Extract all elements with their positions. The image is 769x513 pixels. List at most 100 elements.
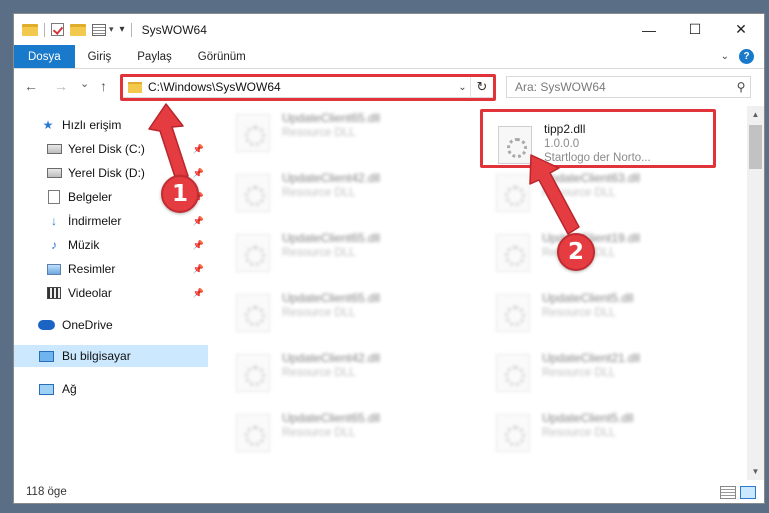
scroll-thumb[interactable]	[749, 125, 762, 169]
pin-icon[interactable]: 📌	[193, 168, 204, 179]
search-input[interactable]: Ara: SysWOW64	[515, 80, 732, 94]
quick-access-toolbar: ▾ ▾	[14, 22, 132, 37]
refresh-button[interactable]: ↻	[471, 77, 493, 97]
file-version: 1.0.0.0	[544, 138, 580, 150]
recent-locations-button[interactable]: ⌄	[80, 77, 89, 90]
scroll-up-icon[interactable]: ▲	[747, 106, 764, 123]
file-description: Startlogo der Norto...	[544, 152, 651, 164]
properties-check-icon[interactable]	[51, 23, 64, 36]
file-tile[interactable]: UpdateClient42.dll Resource DLL	[224, 168, 454, 220]
help-icon[interactable]: ?	[739, 49, 754, 64]
file-name: UpdateClient65.dll	[282, 111, 381, 125]
explorer-window: ▾ ▾ SysWOW64 — ☐ ✕ Dosya Giriş Paylaş Gö…	[13, 13, 765, 504]
tab-share[interactable]: Paylaş	[124, 45, 185, 68]
pin-icon[interactable]: 📌	[193, 240, 204, 251]
back-button[interactable]: ←	[24, 78, 38, 94]
file-name: UpdateClient5.dll	[542, 411, 634, 425]
nav-item-downloads[interactable]: ↓ İndirmeler 📌	[14, 210, 208, 232]
nav-item-local-disk-c[interactable]: Yerel Disk (C:) 📌	[14, 138, 208, 160]
file-type: Resource DLL	[542, 427, 616, 439]
tab-file[interactable]: Dosya	[14, 45, 75, 68]
dll-file-icon	[496, 354, 530, 392]
file-tile[interactable]: UpdateClient19.dllResource DLL	[484, 228, 714, 280]
computer-icon	[38, 350, 54, 362]
file-tile[interactable]: UpdateClient65.dll Resource DLL	[224, 408, 454, 460]
file-tile[interactable]: UpdateClient63.dll Resource DLL	[484, 168, 714, 220]
nav-item-label: Yerel Disk (C:)	[68, 142, 145, 156]
chevron-down-icon[interactable]: ⌄	[721, 51, 729, 62]
tiles-view-icon[interactable]	[740, 485, 756, 499]
address-path[interactable]: C:\Windows\SysWOW64	[148, 80, 455, 94]
minimize-button[interactable]: —	[626, 14, 672, 45]
nav-item-videos[interactable]: Videolar 📌	[14, 282, 208, 304]
video-icon	[47, 287, 61, 299]
address-row: ← → ⌄ ↑ C:\Windows\SysWOW64 ⌄ ↻ Ara: Sys…	[14, 70, 764, 104]
nav-item-label: Hızlı erişim	[62, 118, 122, 132]
search-field[interactable]: Ara: SysWOW64 ⚲	[506, 76, 751, 98]
file-tile[interactable]: UpdateClient21.dll Resource DLL	[484, 348, 714, 400]
nav-item-music[interactable]: ♪ Müzik 📌	[14, 234, 208, 256]
search-icon[interactable]: ⚲	[732, 80, 750, 94]
scroll-down-icon[interactable]: ▼	[747, 463, 764, 480]
nav-item-network[interactable]: Ağ	[14, 378, 208, 400]
toolbar-separator	[44, 22, 45, 37]
dll-file-icon	[236, 414, 270, 452]
properties-icon[interactable]	[92, 23, 106, 36]
dll-file-icon	[236, 114, 270, 152]
file-tile[interactable]: UpdateClient42.dll Resource DLL	[224, 348, 454, 400]
nav-item-this-pc[interactable]: Bu bilgisayar	[14, 345, 208, 367]
file-name: UpdateClient21.dll	[542, 351, 641, 365]
file-name: UpdateClient63.dll	[542, 171, 641, 185]
nav-item-label: Bu bilgisayar	[62, 349, 131, 363]
file-name: UpdateClient42.dll	[282, 351, 381, 365]
file-tile[interactable]: UpdateClient5.dll Resource DLL	[484, 288, 714, 340]
tab-view[interactable]: Görünüm	[185, 45, 259, 68]
file-name: UpdateClient42.dll	[282, 171, 381, 185]
dll-file-icon	[496, 294, 530, 332]
file-name: UpdateClient5.dll	[542, 291, 634, 305]
file-type: Resource DLL	[282, 367, 356, 379]
tab-home[interactable]: Giriş	[75, 45, 125, 68]
nav-item-pictures[interactable]: Resimler 📌	[14, 258, 208, 280]
file-type: Resource DLL	[282, 427, 356, 439]
nav-item-label: Müzik	[68, 238, 100, 252]
window-title: SysWOW64	[141, 22, 207, 37]
folder-icon	[128, 81, 142, 93]
nav-item-label: Videolar	[68, 286, 112, 300]
new-folder-icon[interactable]	[70, 23, 86, 36]
nav-item-quick-access[interactable]: ★ Hızlı erişim	[14, 114, 208, 136]
file-tile[interactable]: UpdateClient65.dll Resource DLL	[224, 108, 454, 160]
cloud-icon	[37, 320, 55, 330]
file-list: UpdateClient65.dll Resource DLL UpdateCli…	[224, 106, 744, 466]
address-bar[interactable]: C:\Windows\SysWOW64 ⌄ ↻	[122, 76, 494, 98]
ribbon-tabs: Dosya Giriş Paylaş Görünüm ⌄ ?	[14, 45, 764, 69]
address-dropdown-button[interactable]: ⌄	[455, 77, 471, 97]
nav-item-label: OneDrive	[62, 318, 113, 332]
file-tile-tipp2[interactable]: tipp2.dll 1.0.0.0 Startlogo der Norto...	[484, 120, 714, 172]
vertical-scrollbar[interactable]: ▲ ▼	[747, 106, 764, 480]
up-button[interactable]: ↑	[100, 78, 107, 94]
forward-button[interactable]: →	[54, 78, 68, 94]
customize-qat-icon[interactable]: ▾	[120, 24, 125, 35]
details-view-icon[interactable]	[720, 485, 736, 499]
nav-item-label: Ağ	[62, 382, 77, 396]
file-name: tipp2.dll	[544, 122, 586, 136]
pin-icon[interactable]: 📌	[193, 288, 204, 299]
file-tile[interactable]: UpdateClient5.dll Resource DLL	[484, 408, 714, 460]
dll-file-icon	[496, 234, 530, 272]
status-bar: 118 öge	[14, 481, 764, 503]
pin-icon[interactable]: 📌	[193, 144, 204, 155]
dll-file-icon	[236, 294, 270, 332]
close-button[interactable]: ✕	[718, 14, 764, 45]
maximize-button[interactable]: ☐	[672, 14, 718, 45]
step-badge-2: 2	[557, 233, 595, 271]
file-tile[interactable]: UpdateClient65.dll Resource DLL	[224, 228, 454, 280]
qat-dropdown-small-icon[interactable]: ▾	[109, 24, 114, 35]
nav-item-label: İndirmeler	[68, 214, 122, 228]
file-tile[interactable]: UpdateClient65.dll Resource DLL	[224, 288, 454, 340]
pin-icon[interactable]: 📌	[193, 216, 204, 227]
drive-icon	[46, 168, 62, 178]
pin-icon[interactable]: 📌	[193, 264, 204, 275]
nav-item-onedrive[interactable]: OneDrive	[14, 314, 208, 336]
dll-file-icon	[496, 174, 530, 212]
